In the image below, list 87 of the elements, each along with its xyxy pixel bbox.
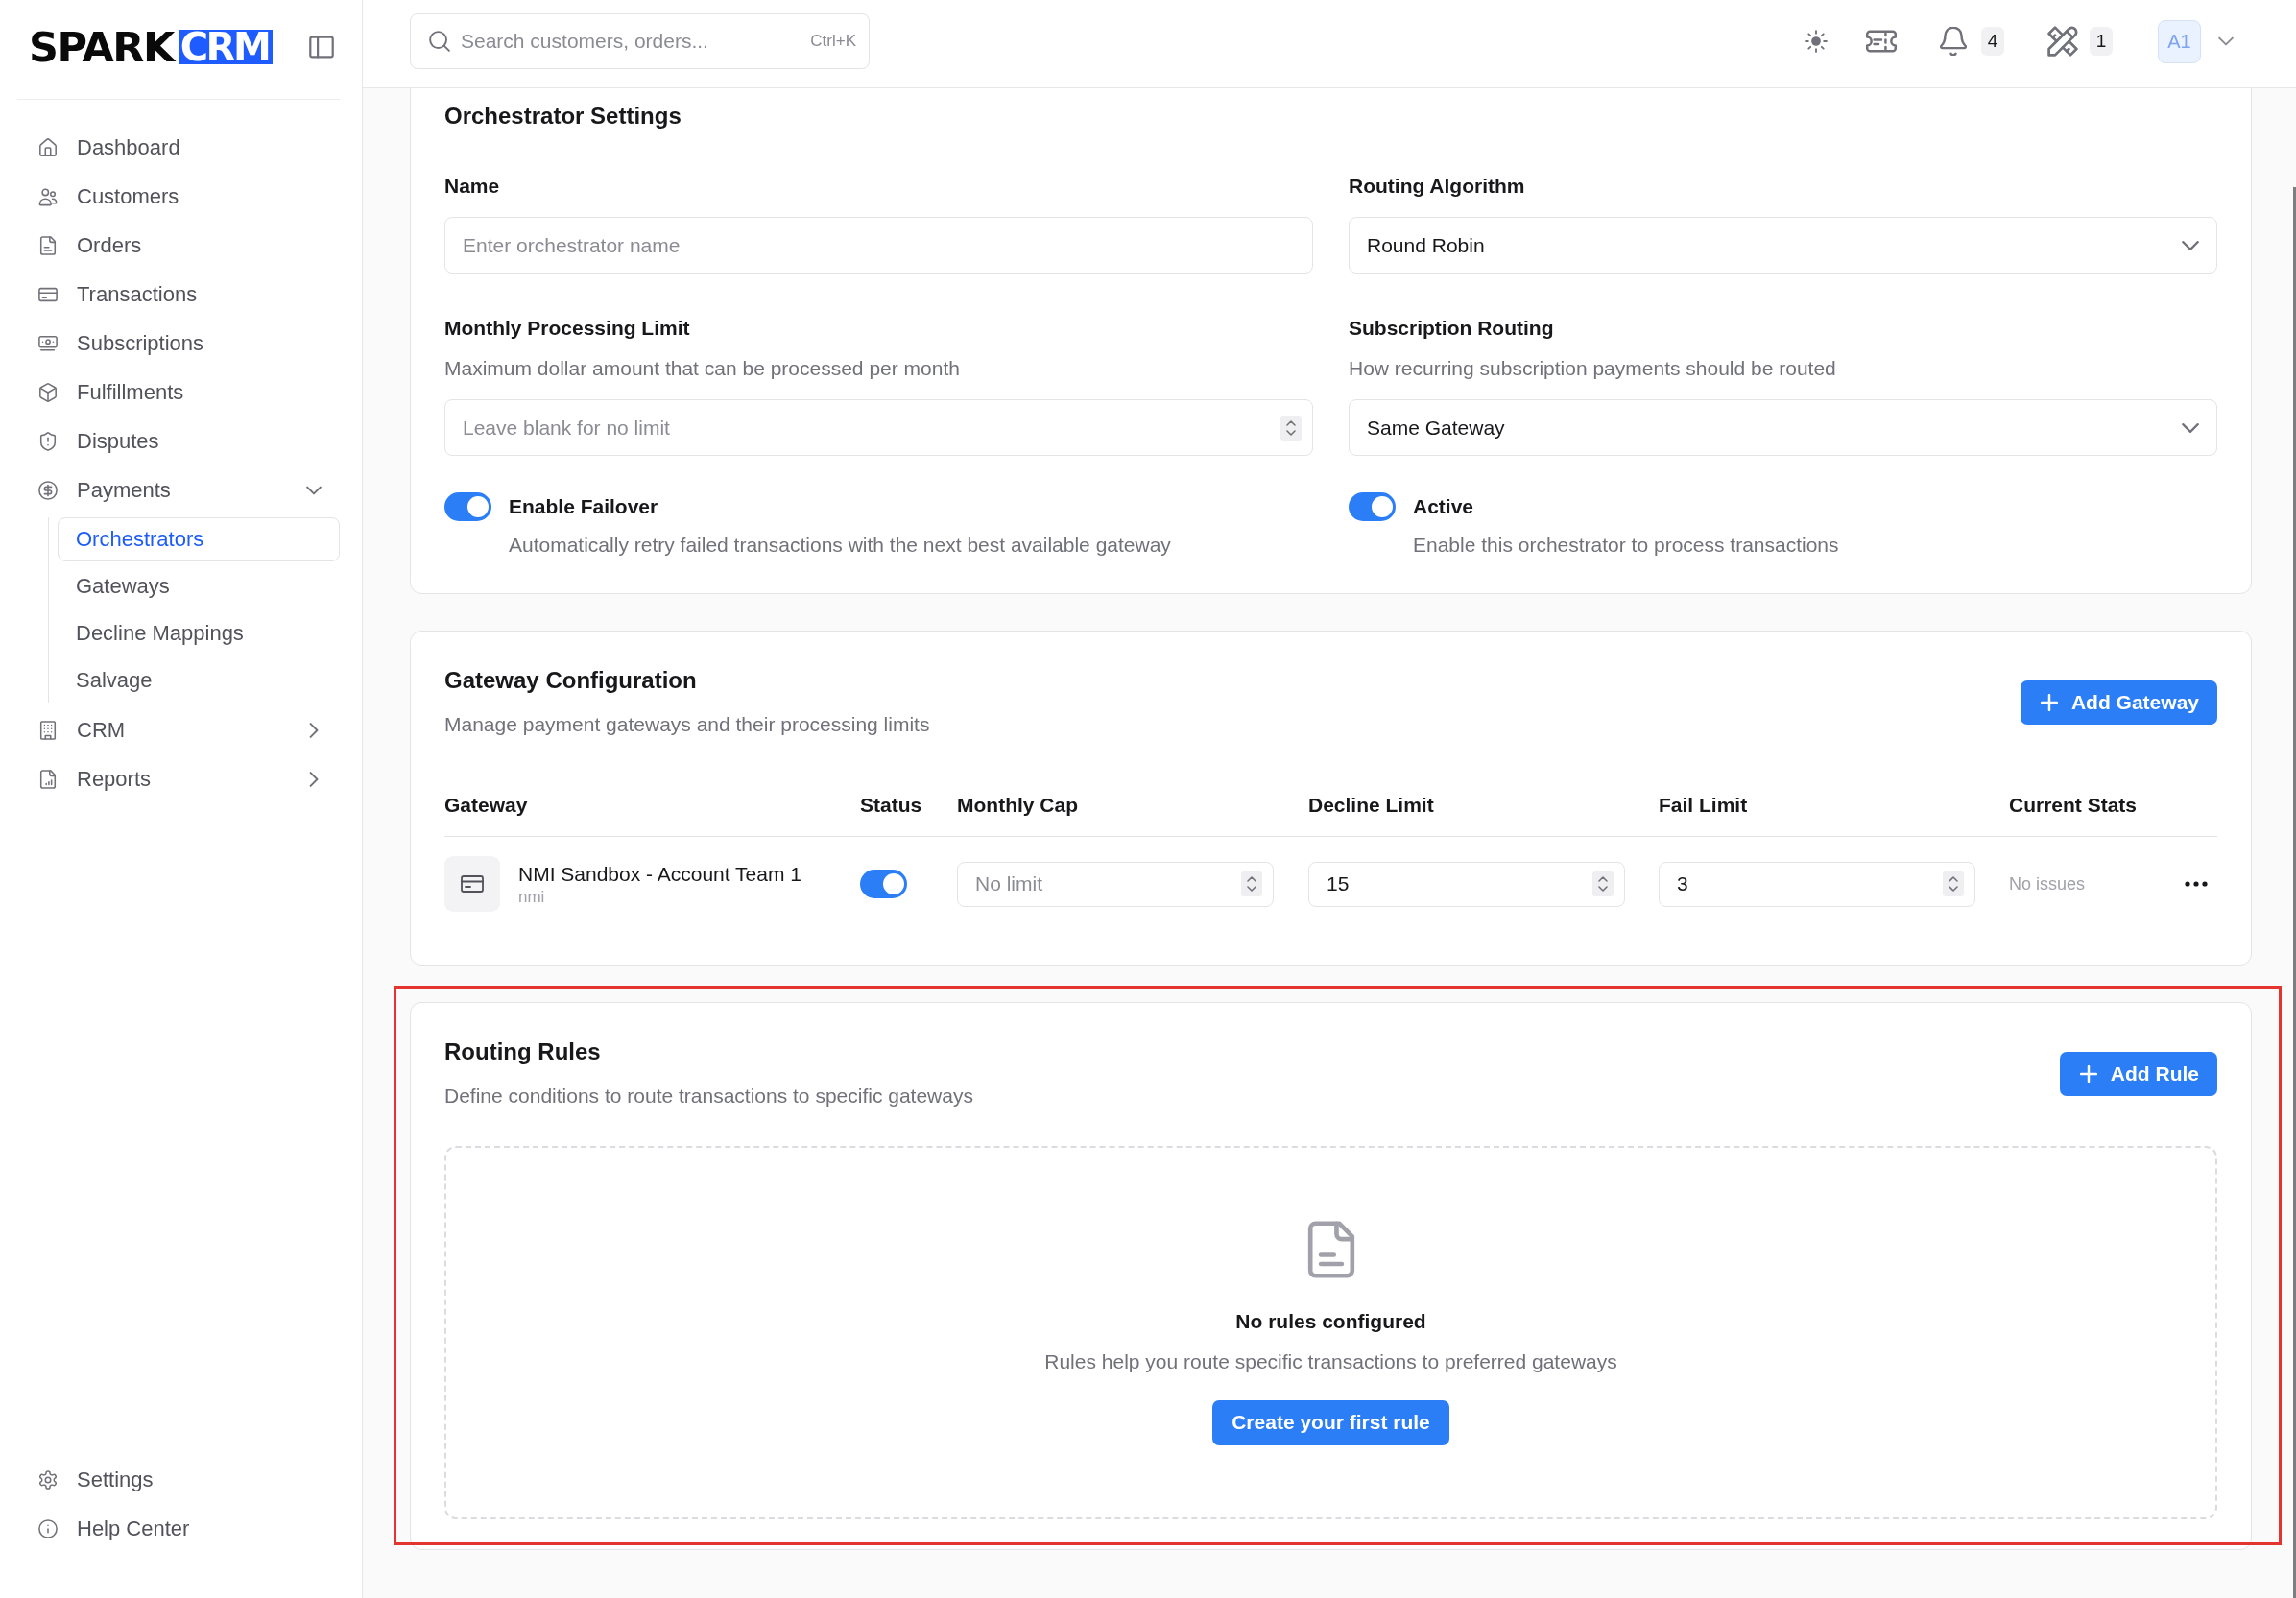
nav-item[interactable]: Subscriptions — [17, 319, 340, 368]
select-field[interactable]: Same Gateway — [1349, 399, 2217, 456]
toggle-description: Automatically retry failed transactions with the next best available gateway — [509, 533, 1172, 558]
plus-icon — [2079, 1064, 2097, 1083]
nav-item[interactable]: Disputes — [17, 417, 340, 465]
field-description: How recurring subscription payments should be routed — [1349, 356, 1837, 381]
search-icon — [429, 31, 450, 52]
column-header: Fail Limit — [1659, 793, 1749, 818]
stepper-icon[interactable] — [1280, 415, 1302, 441]
logo-badge: CRM — [178, 29, 274, 64]
bell-icon[interactable] — [1940, 27, 1967, 56]
field-description: Maximum dollar amount that can be processed per month — [444, 356, 961, 381]
chart-document-icon — [38, 769, 58, 789]
nav-item[interactable]: Orders — [17, 221, 340, 270]
logo-text: SPARK — [29, 29, 174, 64]
input-field[interactable]: Enter orchestrator name — [444, 217, 1313, 274]
field-label: Subscription Routing — [1349, 316, 1555, 341]
nav-item[interactable]: Reports — [17, 754, 340, 803]
toggle-label: Enable Failover — [509, 494, 659, 519]
toggle-switch[interactable] — [1349, 492, 1396, 521]
number-field[interactable]: 3 — [1659, 861, 1975, 907]
card-title: Orchestrator Settings — [444, 102, 682, 131]
stats-text: No issues — [2009, 873, 2087, 894]
banknote-icon — [38, 333, 58, 353]
nav-item[interactable]: Salvage — [58, 658, 340, 703]
more-icon[interactable] — [2185, 881, 2208, 887]
stepper-icon[interactable] — [1943, 871, 1964, 896]
number-field[interactable]: 15 — [1308, 861, 1625, 907]
toggle-switch[interactable] — [860, 870, 907, 898]
dollar-icon — [38, 480, 58, 500]
home-icon — [38, 137, 58, 157]
field-label: Name — [444, 174, 501, 199]
building-icon — [38, 720, 58, 740]
nav-item[interactable]: Help Center — [17, 1504, 340, 1553]
settings-icon — [38, 1469, 58, 1490]
document-icon — [38, 235, 58, 255]
nav-item[interactable]: Settings — [17, 1455, 340, 1504]
nav-item[interactable]: Dashboard — [17, 123, 340, 172]
shield-icon — [38, 431, 58, 451]
column-header: Gateway — [444, 793, 529, 818]
nav-item[interactable]: Customers — [17, 172, 340, 221]
count-badge: 4 — [1981, 27, 2004, 56]
plus-icon — [2040, 693, 2058, 711]
card-title: Routing Rules — [444, 1038, 602, 1066]
toggle-switch[interactable] — [444, 492, 491, 521]
nav-item[interactable]: Fulfillments — [17, 368, 340, 417]
nav-item[interactable]: CRM — [17, 705, 340, 754]
gateway-name: NMI Sandbox - Account Team 1 — [518, 861, 801, 887]
toggle-description: Enable this orchestrator to process transactions — [1413, 533, 1840, 558]
info-icon — [38, 1518, 58, 1538]
sun-icon[interactable] — [1805, 30, 1828, 53]
select-field[interactable]: Round Robin — [1349, 217, 2217, 274]
column-header: Status — [860, 793, 923, 818]
tools-icon[interactable] — [2047, 26, 2078, 57]
field-label: Monthly Processing Limit — [444, 316, 691, 341]
nav-item[interactable]: Transactions — [17, 270, 340, 319]
add-gateway-button[interactable]: Add Gateway — [2020, 680, 2217, 725]
panel-icon[interactable] — [309, 35, 334, 59]
stepper-icon[interactable] — [1241, 871, 1262, 896]
nav-item[interactable]: Gateways — [58, 564, 340, 608]
shortcut-hint: Ctrl+K — [810, 32, 856, 51]
column-header: Decline Limit — [1308, 793, 1435, 818]
users-icon — [38, 186, 58, 206]
count-badge: 1 — [2090, 27, 2113, 56]
number-field[interactable]: No limit — [957, 861, 1274, 907]
cube-icon — [38, 382, 58, 402]
ticket-icon[interactable] — [1865, 28, 1898, 55]
empty-state-title: No rules configured — [1235, 1308, 1426, 1334]
column-header: Monthly Cap — [957, 793, 1079, 818]
nav-item[interactable]: Decline Mappings — [58, 611, 340, 656]
empty-state-message: Rules help you route specific transactions to preferred gateways — [1044, 1348, 1617, 1374]
number-field[interactable]: Leave blank for no limit — [444, 399, 1313, 456]
create-rule-button[interactable]: Create your first rule — [1212, 1399, 1449, 1445]
credit-card-icon — [444, 856, 500, 912]
card-title: Gateway Configuration — [444, 666, 698, 695]
field-label: Routing Algorithm — [1349, 174, 1526, 199]
card-description: Manage payment gateways and their processing limits — [444, 712, 930, 737]
document-icon — [1306, 1220, 1355, 1278]
nav-item[interactable]: Payments — [17, 465, 340, 514]
card-description: Define conditions to route transactions to specific gateways — [444, 1084, 973, 1109]
stepper-icon[interactable] — [1592, 871, 1614, 896]
column-header: Current Stats — [2009, 793, 2139, 818]
add-rule-button[interactable]: Add Rule — [2059, 1051, 2217, 1096]
toggle-label: Active — [1413, 494, 1475, 519]
scrollbar-thumb[interactable] — [2293, 187, 2296, 1598]
gateway-type: nmi — [518, 886, 546, 908]
nav-item[interactable]: Orchestrators — [58, 517, 340, 561]
